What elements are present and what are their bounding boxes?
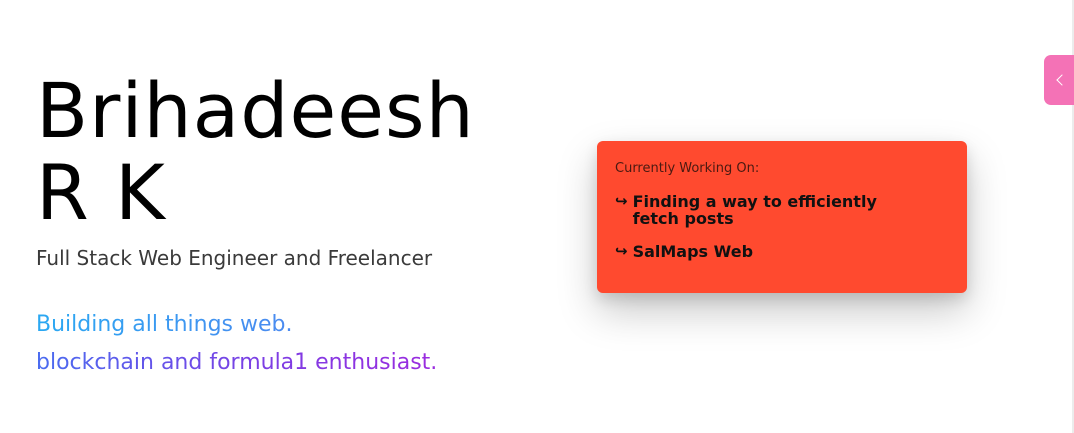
currently-working-card: Currently Working On: ↪ Finding a way to… [597, 141, 967, 293]
page: Brihadeesh R K Full Stack Web Engineer a… [0, 0, 1074, 433]
tagline-line-1: Building all things web. [36, 306, 292, 344]
chevron-left-icon [1055, 74, 1068, 86]
work-item-label: SalMaps Web [632, 242, 754, 261]
hero-subtitle: Full Stack Web Engineer and Freelancer [36, 246, 433, 270]
tagline-line-2: blockchain and formula1 enthusiast. [36, 344, 437, 382]
hero-name: Brihadeesh R K [36, 70, 475, 234]
work-item: ↪ SalMaps Web [615, 242, 885, 261]
return-arrow-icon: ↪ [615, 242, 628, 260]
work-item-label: Finding a way to efficiently fetch posts [632, 192, 877, 228]
hero-tagline: Building all things web. blockchain and … [36, 306, 437, 382]
work-item: ↪ Finding a way to efficiently fetch pos… [615, 192, 885, 228]
hero-name-line-2: R K [36, 148, 166, 237]
return-arrow-icon: ↪ [615, 192, 628, 210]
hero-name-line-1: Brihadeesh [36, 66, 475, 155]
card-heading: Currently Working On: [615, 161, 760, 176]
side-panel-toggle-button[interactable] [1044, 55, 1074, 105]
